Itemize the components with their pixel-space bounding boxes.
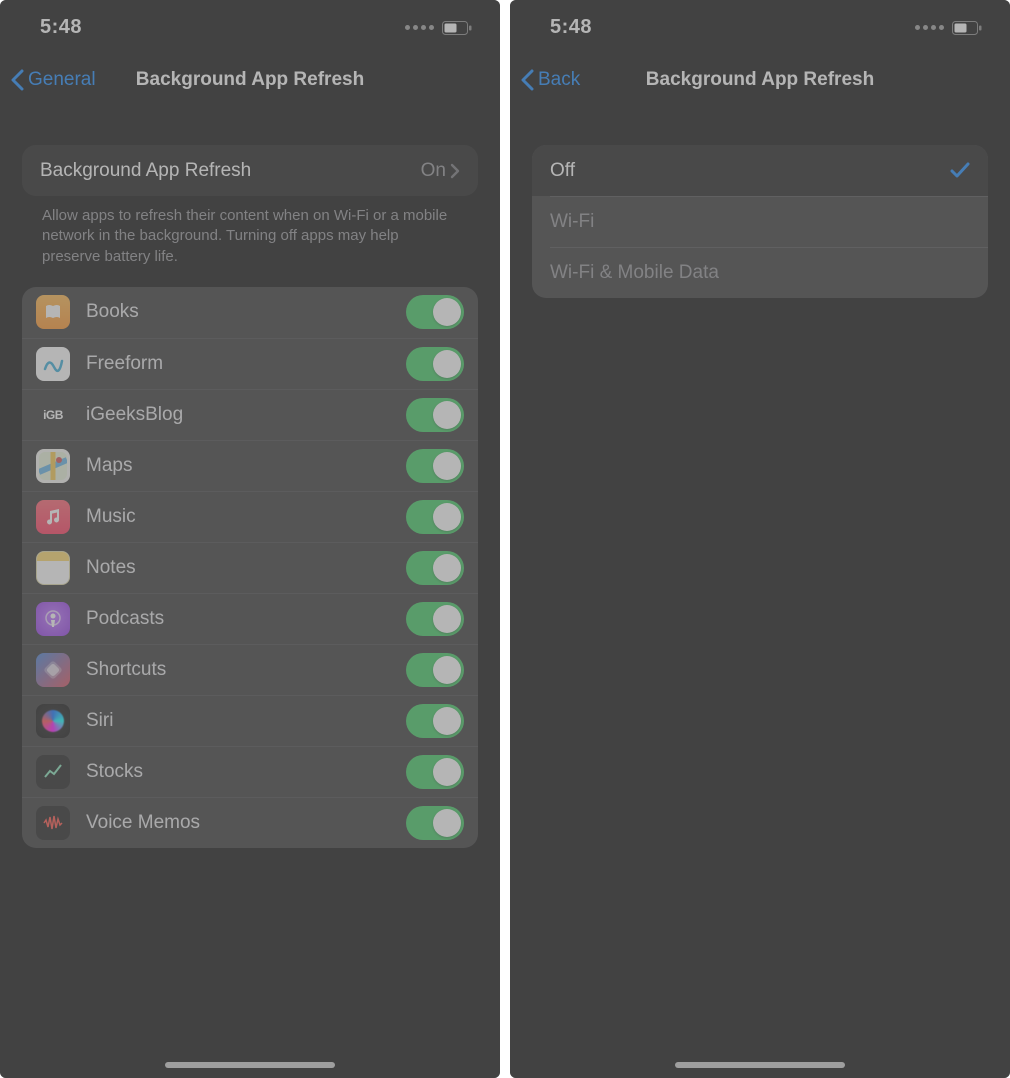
battery-icon [442, 21, 472, 35]
app-row-siri: Siri [22, 695, 478, 746]
toggle-books[interactable] [406, 295, 464, 329]
toggle-notes[interactable] [406, 551, 464, 585]
maps-icon [36, 449, 70, 483]
option-label: Wi-Fi [550, 211, 970, 233]
app-name: Stocks [86, 761, 390, 783]
app-name: Voice Memos [86, 812, 390, 834]
battery-icon [952, 21, 982, 35]
freeform-icon [36, 347, 70, 381]
option-off[interactable]: Off [532, 145, 988, 196]
status-right [915, 21, 982, 35]
status-bar: 5:48 [510, 0, 1010, 55]
nav-bar: General Background App Refresh [0, 55, 500, 105]
home-indicator[interactable] [165, 1062, 335, 1068]
app-row-books: Books [22, 287, 478, 338]
app-name: Shortcuts [86, 659, 390, 681]
chevron-right-icon [450, 163, 460, 179]
back-label: Back [538, 69, 580, 91]
toggle-shortcuts[interactable] [406, 653, 464, 687]
notes-icon [36, 551, 70, 585]
toggle-music[interactable] [406, 500, 464, 534]
app-row-freeform: Freeform [22, 338, 478, 389]
option-label: Off [550, 160, 950, 182]
music-icon [36, 500, 70, 534]
stocks-icon [36, 755, 70, 789]
app-name: Freeform [86, 353, 390, 375]
app-row-voice: Voice Memos [22, 797, 478, 848]
app-row-notes: Notes [22, 542, 478, 593]
check-icon [950, 162, 970, 180]
toggle-siri[interactable] [406, 704, 464, 738]
voice-icon [36, 806, 70, 840]
chevron-back-icon [10, 69, 24, 91]
app-name: Podcasts [86, 608, 390, 630]
back-button[interactable]: General [10, 69, 96, 91]
toggle-maps[interactable] [406, 449, 464, 483]
left-screenshot: 5:48 General Background App Refresh [0, 0, 500, 1078]
status-bar: 5:48 [0, 0, 500, 55]
app-name: iGeeksBlog [86, 404, 390, 426]
app-row-shortcuts: Shortcuts [22, 644, 478, 695]
toggle-stocks[interactable] [406, 755, 464, 789]
app-name: Notes [86, 557, 390, 579]
back-button[interactable]: Back [520, 69, 580, 91]
cellular-signal-icon [915, 25, 944, 30]
home-indicator[interactable] [675, 1062, 845, 1068]
option-list: Off Wi-Fi Wi-Fi & Mobile Data [532, 145, 988, 298]
books-icon [36, 295, 70, 329]
cellular-signal-icon [405, 25, 434, 30]
status-clock: 5:48 [40, 16, 82, 39]
igb-icon: iGB [36, 398, 70, 432]
app-name: Music [86, 506, 390, 528]
toggle-voice[interactable] [406, 806, 464, 840]
app-row-music: Music [22, 491, 478, 542]
option-label: Wi-Fi & Mobile Data [550, 262, 970, 284]
back-label: General [28, 69, 96, 91]
bar-setting-cell[interactable]: Background App Refresh On [22, 145, 478, 196]
status-clock: 5:48 [550, 16, 592, 39]
status-right [405, 21, 472, 35]
toggle-freeform[interactable] [406, 347, 464, 381]
podcasts-icon [36, 602, 70, 636]
chevron-back-icon [520, 69, 534, 91]
app-name: Maps [86, 455, 390, 477]
app-name: Books [86, 301, 390, 323]
app-row-igb: iGB iGeeksBlog [22, 389, 478, 440]
app-row-stocks: Stocks [22, 746, 478, 797]
right-screenshot: 5:48 Back Background App Refresh [510, 0, 1010, 1078]
app-row-podcasts: Podcasts [22, 593, 478, 644]
app-name: Siri [86, 710, 390, 732]
app-list: Books Freeform iGB iGeeksBlog Maps Music Notes… [22, 287, 478, 848]
option-wi-fi-mobile-data[interactable]: Wi-Fi & Mobile Data [532, 247, 988, 298]
app-row-maps: Maps [22, 440, 478, 491]
shortcuts-icon [36, 653, 70, 687]
section-description: Allow apps to refresh their content when… [22, 196, 478, 287]
bar-setting-label: Background App Refresh [40, 160, 421, 182]
nav-bar: Back Background App Refresh [510, 55, 1010, 105]
page-title: Background App Refresh [510, 69, 1010, 91]
bar-setting-value: On [421, 160, 446, 182]
toggle-igb[interactable] [406, 398, 464, 432]
siri-icon [36, 704, 70, 738]
option-wi-fi[interactable]: Wi-Fi [532, 196, 988, 247]
toggle-podcasts[interactable] [406, 602, 464, 636]
